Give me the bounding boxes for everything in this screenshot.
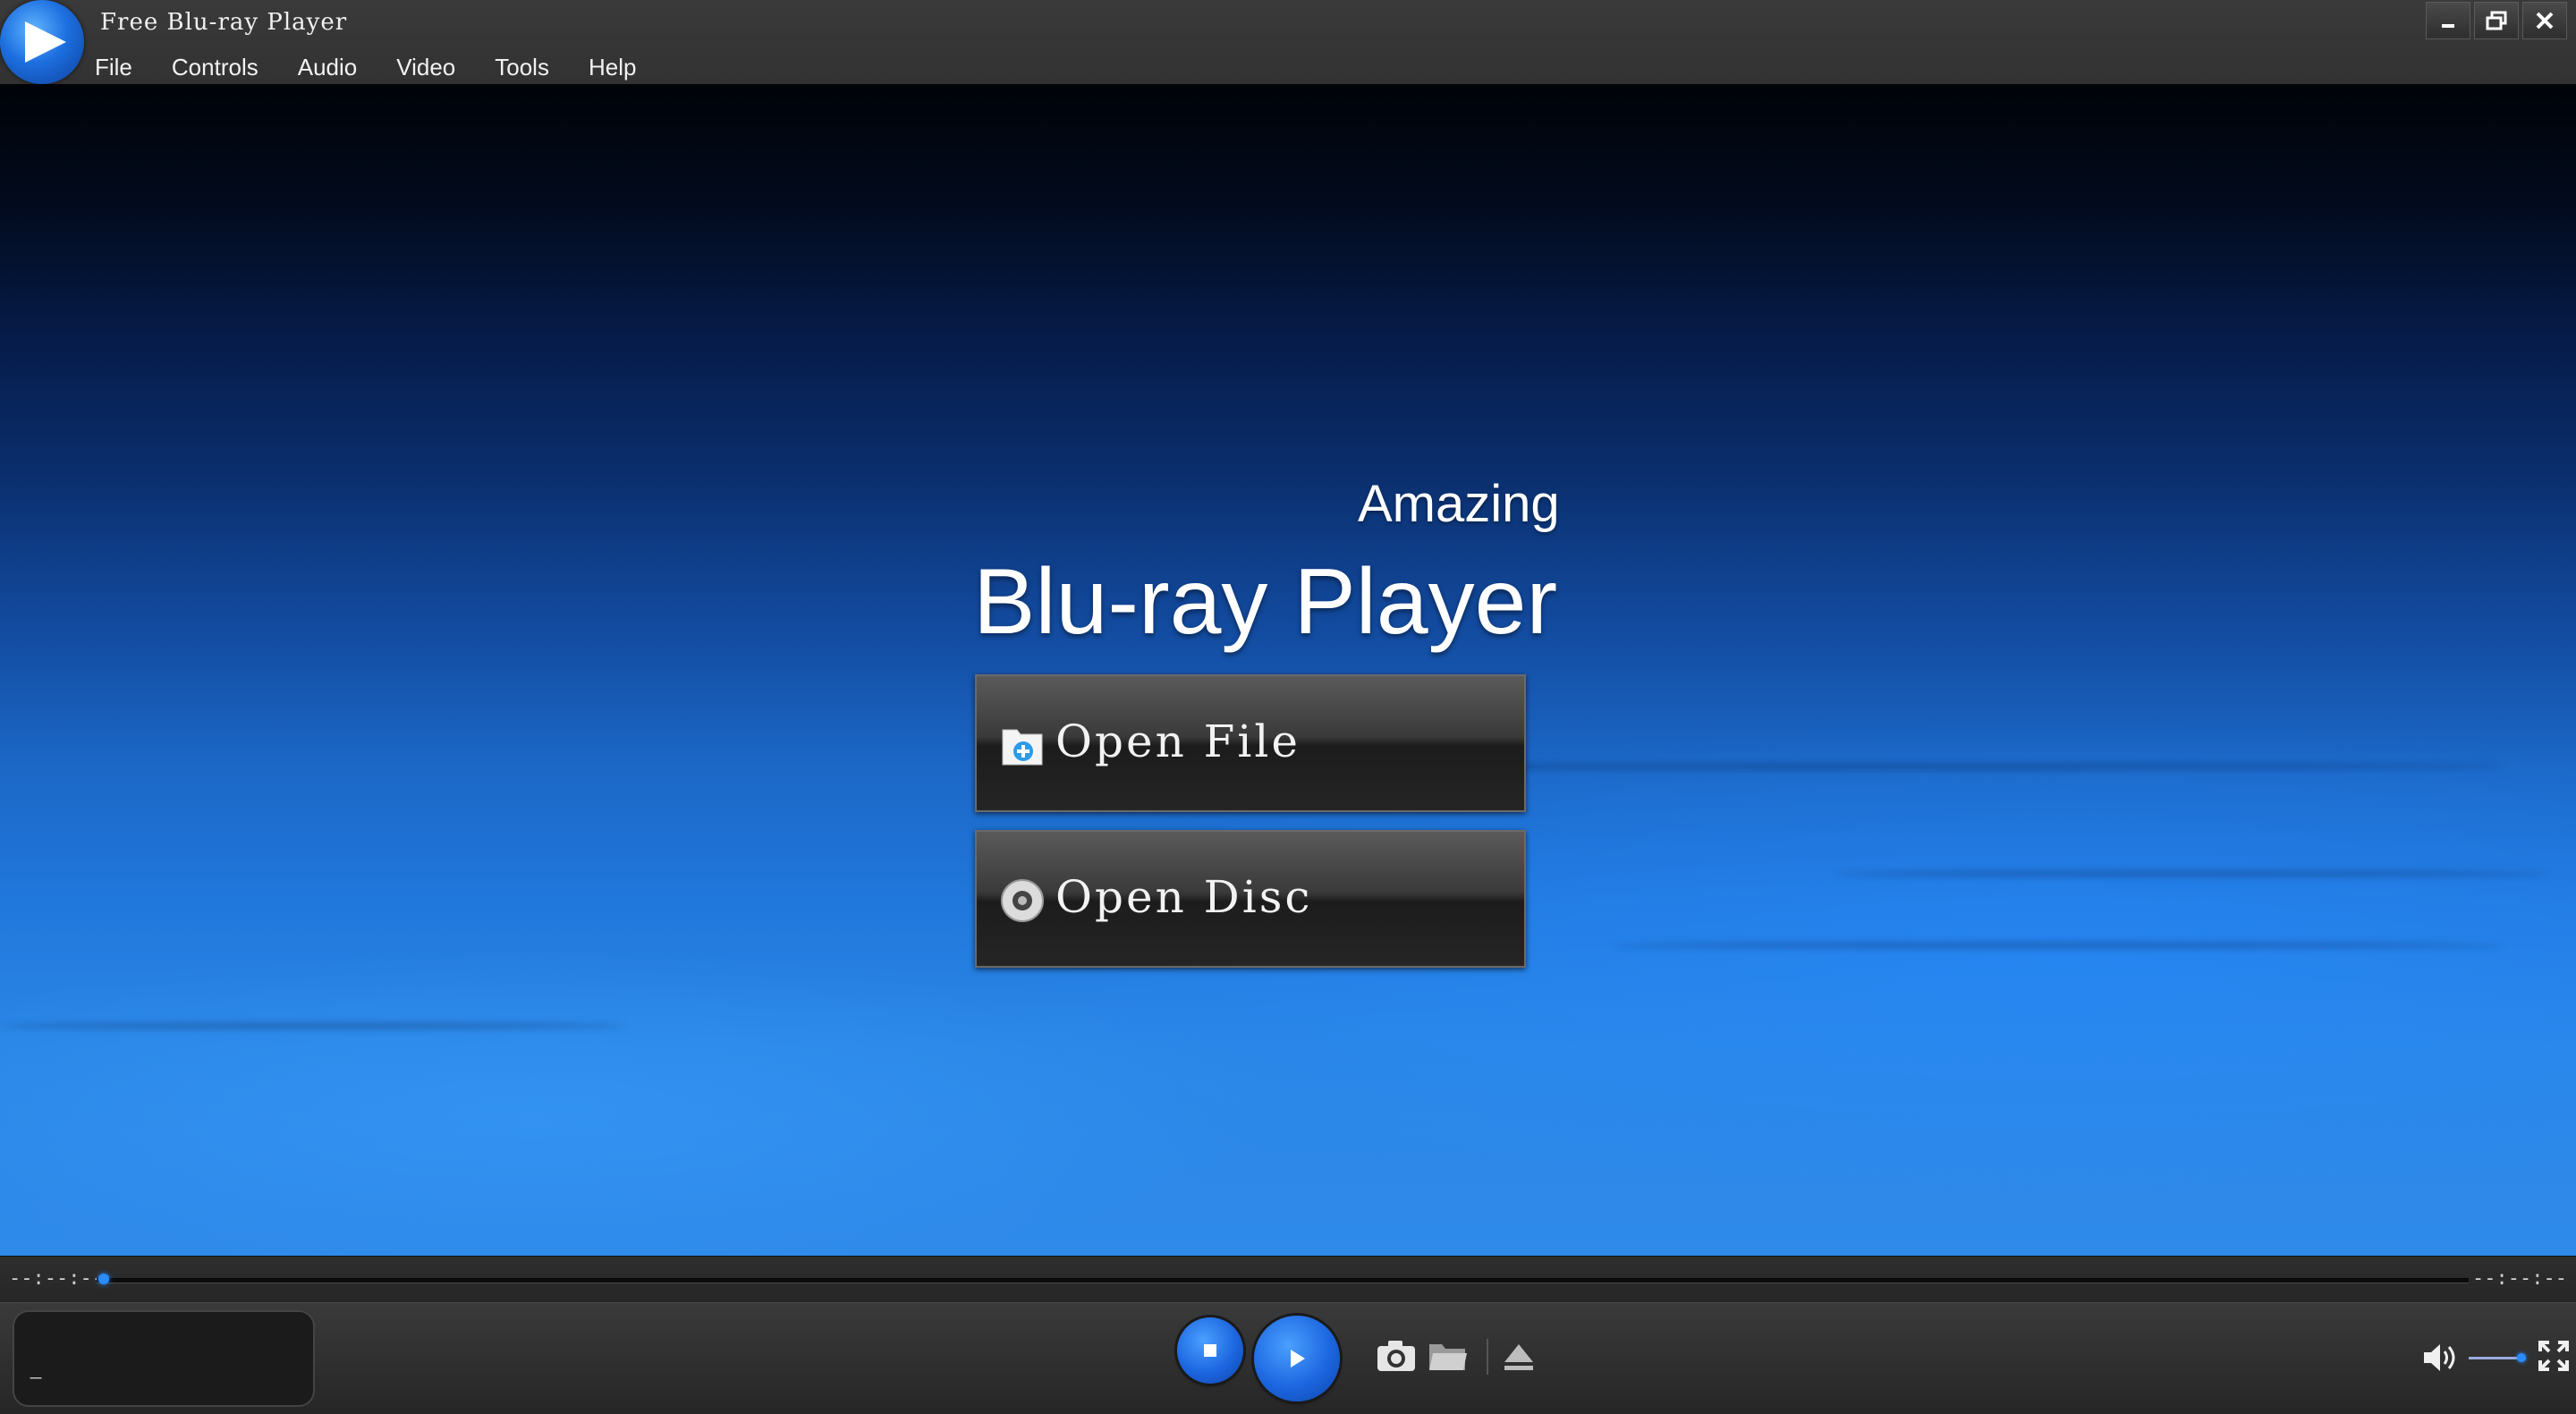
info-panel: _ (13, 1310, 315, 1407)
restore-icon (2486, 11, 2507, 30)
window-title: Free Blu-ray Player (100, 9, 348, 36)
menu-file[interactable]: File (93, 50, 152, 84)
video-stage[interactable]: Amazing Blu-ray Player Open File Open Di… (0, 84, 2576, 1256)
open-file-button[interactable]: Open File (975, 674, 1526, 812)
minimize-button[interactable] (2426, 2, 2470, 39)
progress-row: --:--:-- --:--:-- (0, 1256, 2576, 1303)
eject-icon (1504, 1344, 1533, 1370)
stop-button[interactable] (1177, 1317, 1243, 1384)
eject-button[interactable] (1501, 1341, 1537, 1377)
toolbar-separator (1487, 1339, 1488, 1375)
open-file-icon (1000, 721, 1045, 774)
play-icon (1291, 1350, 1305, 1367)
play-button[interactable] (1254, 1316, 1340, 1401)
fullscreen-button[interactable] (2538, 1341, 2569, 1376)
title-bar: Free Blu-ray Player File Controls Audio … (0, 0, 2576, 86)
restore-button[interactable] (2474, 2, 2519, 39)
folder-icon (1429, 1344, 1467, 1370)
volume-icon (2424, 1344, 2455, 1371)
open-disc-label: Open Disc (1055, 871, 1313, 923)
open-folder-button[interactable] (1428, 1339, 1469, 1377)
volume-thumb[interactable] (2517, 1353, 2526, 1362)
seek-thumb[interactable] (98, 1274, 109, 1284)
menu-bar: File Controls Audio Video Tools Help (93, 50, 656, 84)
menu-video[interactable]: Video (377, 50, 475, 84)
product-title: Blu-ray Player (973, 550, 1558, 654)
window-controls (2426, 2, 2567, 39)
info-text: _ (30, 1357, 42, 1379)
tagline: Amazing (1358, 475, 1560, 533)
disc-icon (1000, 876, 1045, 929)
menu-tools[interactable]: Tools (475, 50, 569, 84)
background-streak (1834, 871, 2549, 876)
elapsed-time: --:--:-- (9, 1267, 104, 1290)
open-disc-button[interactable]: Open Disc (975, 830, 1526, 968)
menu-help[interactable]: Help (569, 50, 656, 84)
mute-button[interactable] (2420, 1341, 2462, 1379)
menu-audio[interactable]: Audio (278, 50, 377, 84)
minimize-icon (2442, 24, 2454, 28)
control-bar: _ (0, 1302, 2576, 1414)
close-icon (2536, 12, 2554, 30)
camera-icon (1377, 1341, 1415, 1371)
remaining-time: --:--:-- (2472, 1267, 2567, 1290)
close-button[interactable] (2522, 2, 2567, 39)
seek-bar[interactable] (97, 1278, 2469, 1283)
open-file-label: Open File (1055, 715, 1301, 767)
fullscreen-icon (2538, 1341, 2569, 1371)
menu-controls[interactable]: Controls (152, 50, 278, 84)
background-streak (0, 1023, 626, 1029)
app-logo-icon (0, 0, 84, 84)
stop-icon (1204, 1344, 1216, 1357)
snapshot-button[interactable] (1376, 1339, 1417, 1377)
background-streak (1610, 943, 2504, 948)
